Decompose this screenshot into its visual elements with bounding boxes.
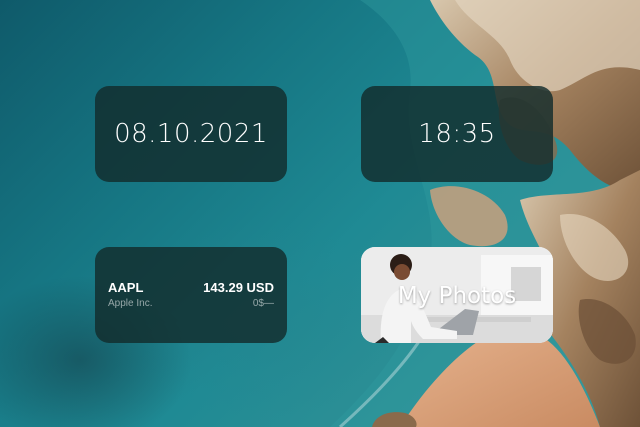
stock-change: 0$— [252, 298, 274, 309]
time-text: 18:35 [418, 119, 496, 149]
clock-widget[interactable]: 18:35 [361, 86, 553, 182]
photos-widget[interactable]: My Photos [361, 247, 553, 343]
stock-main-row: AAPL 143.29 USD [108, 280, 274, 295]
date-text: 08.10.2021 [114, 119, 268, 149]
photos-label: My Photos [397, 283, 517, 309]
stock-sub-row: Apple Inc. 0$— [108, 298, 274, 309]
coastal-cliffs-image [330, 0, 640, 427]
desktop-wallpaper [0, 0, 640, 427]
stock-price: 143.29 USD [203, 280, 274, 295]
stock-widget[interactable]: AAPL 143.29 USD Apple Inc. 0$— [95, 247, 287, 343]
stock-company: Apple Inc. [108, 298, 153, 309]
date-widget[interactable]: 08.10.2021 [95, 86, 287, 182]
stock-symbol: AAPL [108, 280, 144, 295]
